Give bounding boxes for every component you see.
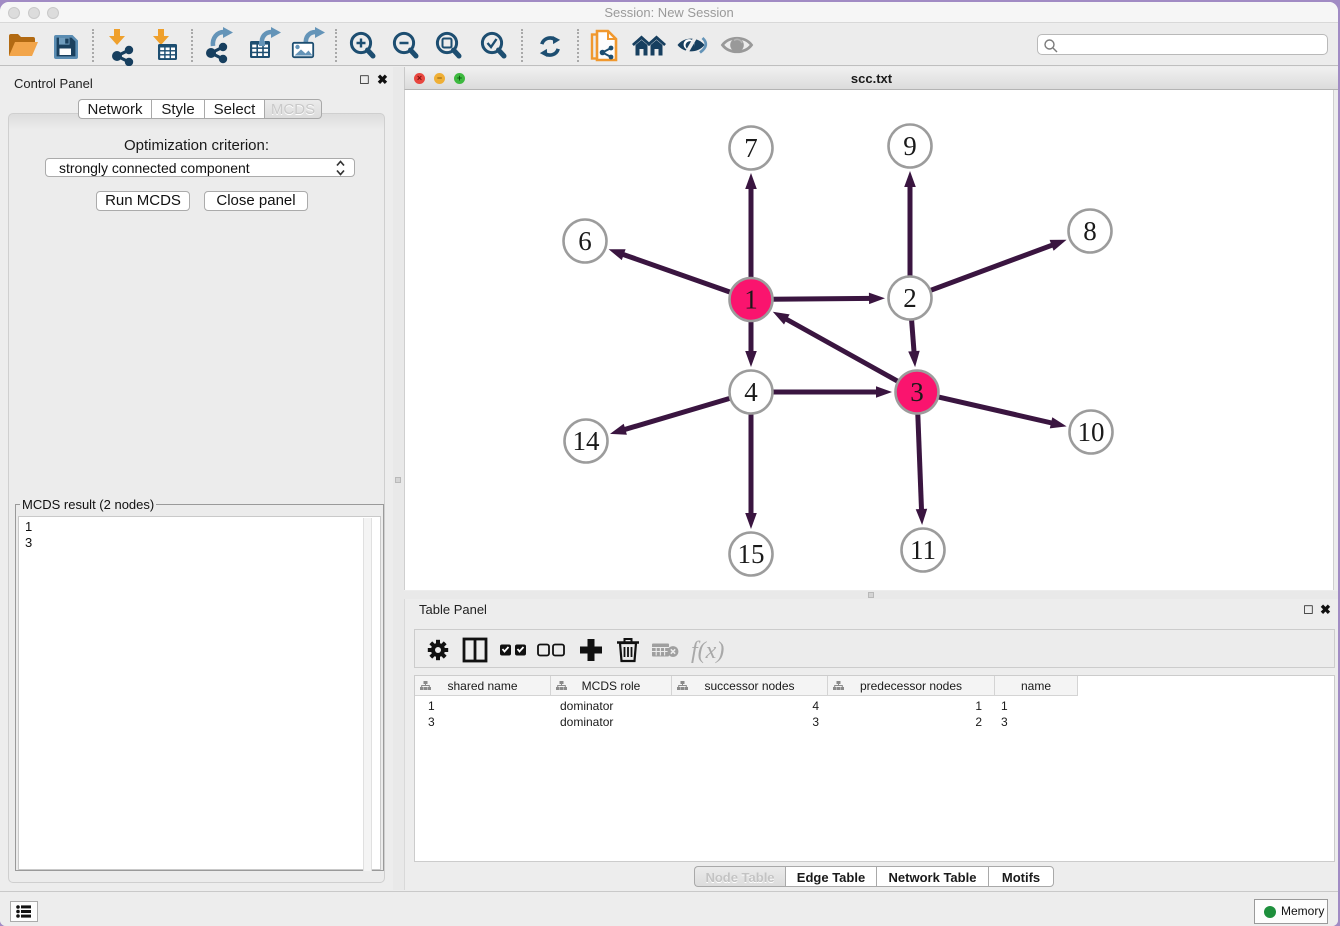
svg-text:3: 3: [910, 377, 924, 407]
svg-text:6: 6: [578, 226, 592, 256]
svg-text:9: 9: [903, 131, 917, 161]
svg-text:2: 2: [903, 283, 917, 313]
svg-text:7: 7: [744, 133, 758, 163]
svg-text:8: 8: [1083, 216, 1097, 246]
svg-text:4: 4: [744, 377, 758, 407]
svg-text:11: 11: [910, 535, 936, 565]
svg-text:10: 10: [1078, 417, 1105, 447]
svg-text:15: 15: [738, 539, 765, 569]
svg-text:1: 1: [744, 285, 758, 315]
svg-text:14: 14: [573, 426, 601, 456]
svg-text:f(x): f(x): [691, 638, 724, 664]
